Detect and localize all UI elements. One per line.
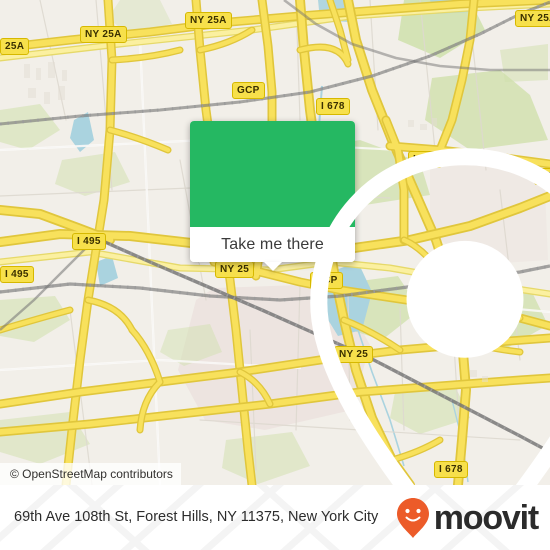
popup-footer[interactable]: Take me there <box>190 227 355 271</box>
highway-shield: NY 25A <box>515 10 550 27</box>
highway-shield: I 495 <box>0 266 34 283</box>
highway-shield: I 678 <box>316 98 350 115</box>
highway-shield: 25A <box>0 38 30 55</box>
screenshot-root: .park { fill:#cfe0ab; } .water { fill:#a… <box>0 0 550 550</box>
highway-shield: GCP <box>232 82 265 99</box>
popup-header <box>190 121 550 485</box>
moovit-logo[interactable]: moovit <box>396 497 539 539</box>
footer-bar: 69th Ave 108th St, Forest Hills, NY 1137… <box>0 485 550 550</box>
location-popup-card[interactable]: Take me there <box>190 121 550 485</box>
highway-shield: I 495 <box>72 233 106 250</box>
take-me-there-button[interactable]: Take me there <box>221 236 324 254</box>
highway-shield: NY 25A <box>80 26 127 43</box>
map-canvas[interactable]: .park { fill:#cfe0ab; } .water { fill:#a… <box>0 0 550 485</box>
osm-attribution[interactable]: © OpenStreetMap contributors <box>0 463 181 485</box>
moovit-pin-smiley-icon <box>396 497 429 538</box>
highway-shield: NY 25A <box>185 12 232 29</box>
map-pin-icon <box>310 148 550 485</box>
moovit-wordmark: moovit <box>433 498 539 537</box>
address-label: 69th Ave 108th St, Forest Hills, NY 1137… <box>14 509 379 525</box>
popup-pointer <box>263 262 282 271</box>
